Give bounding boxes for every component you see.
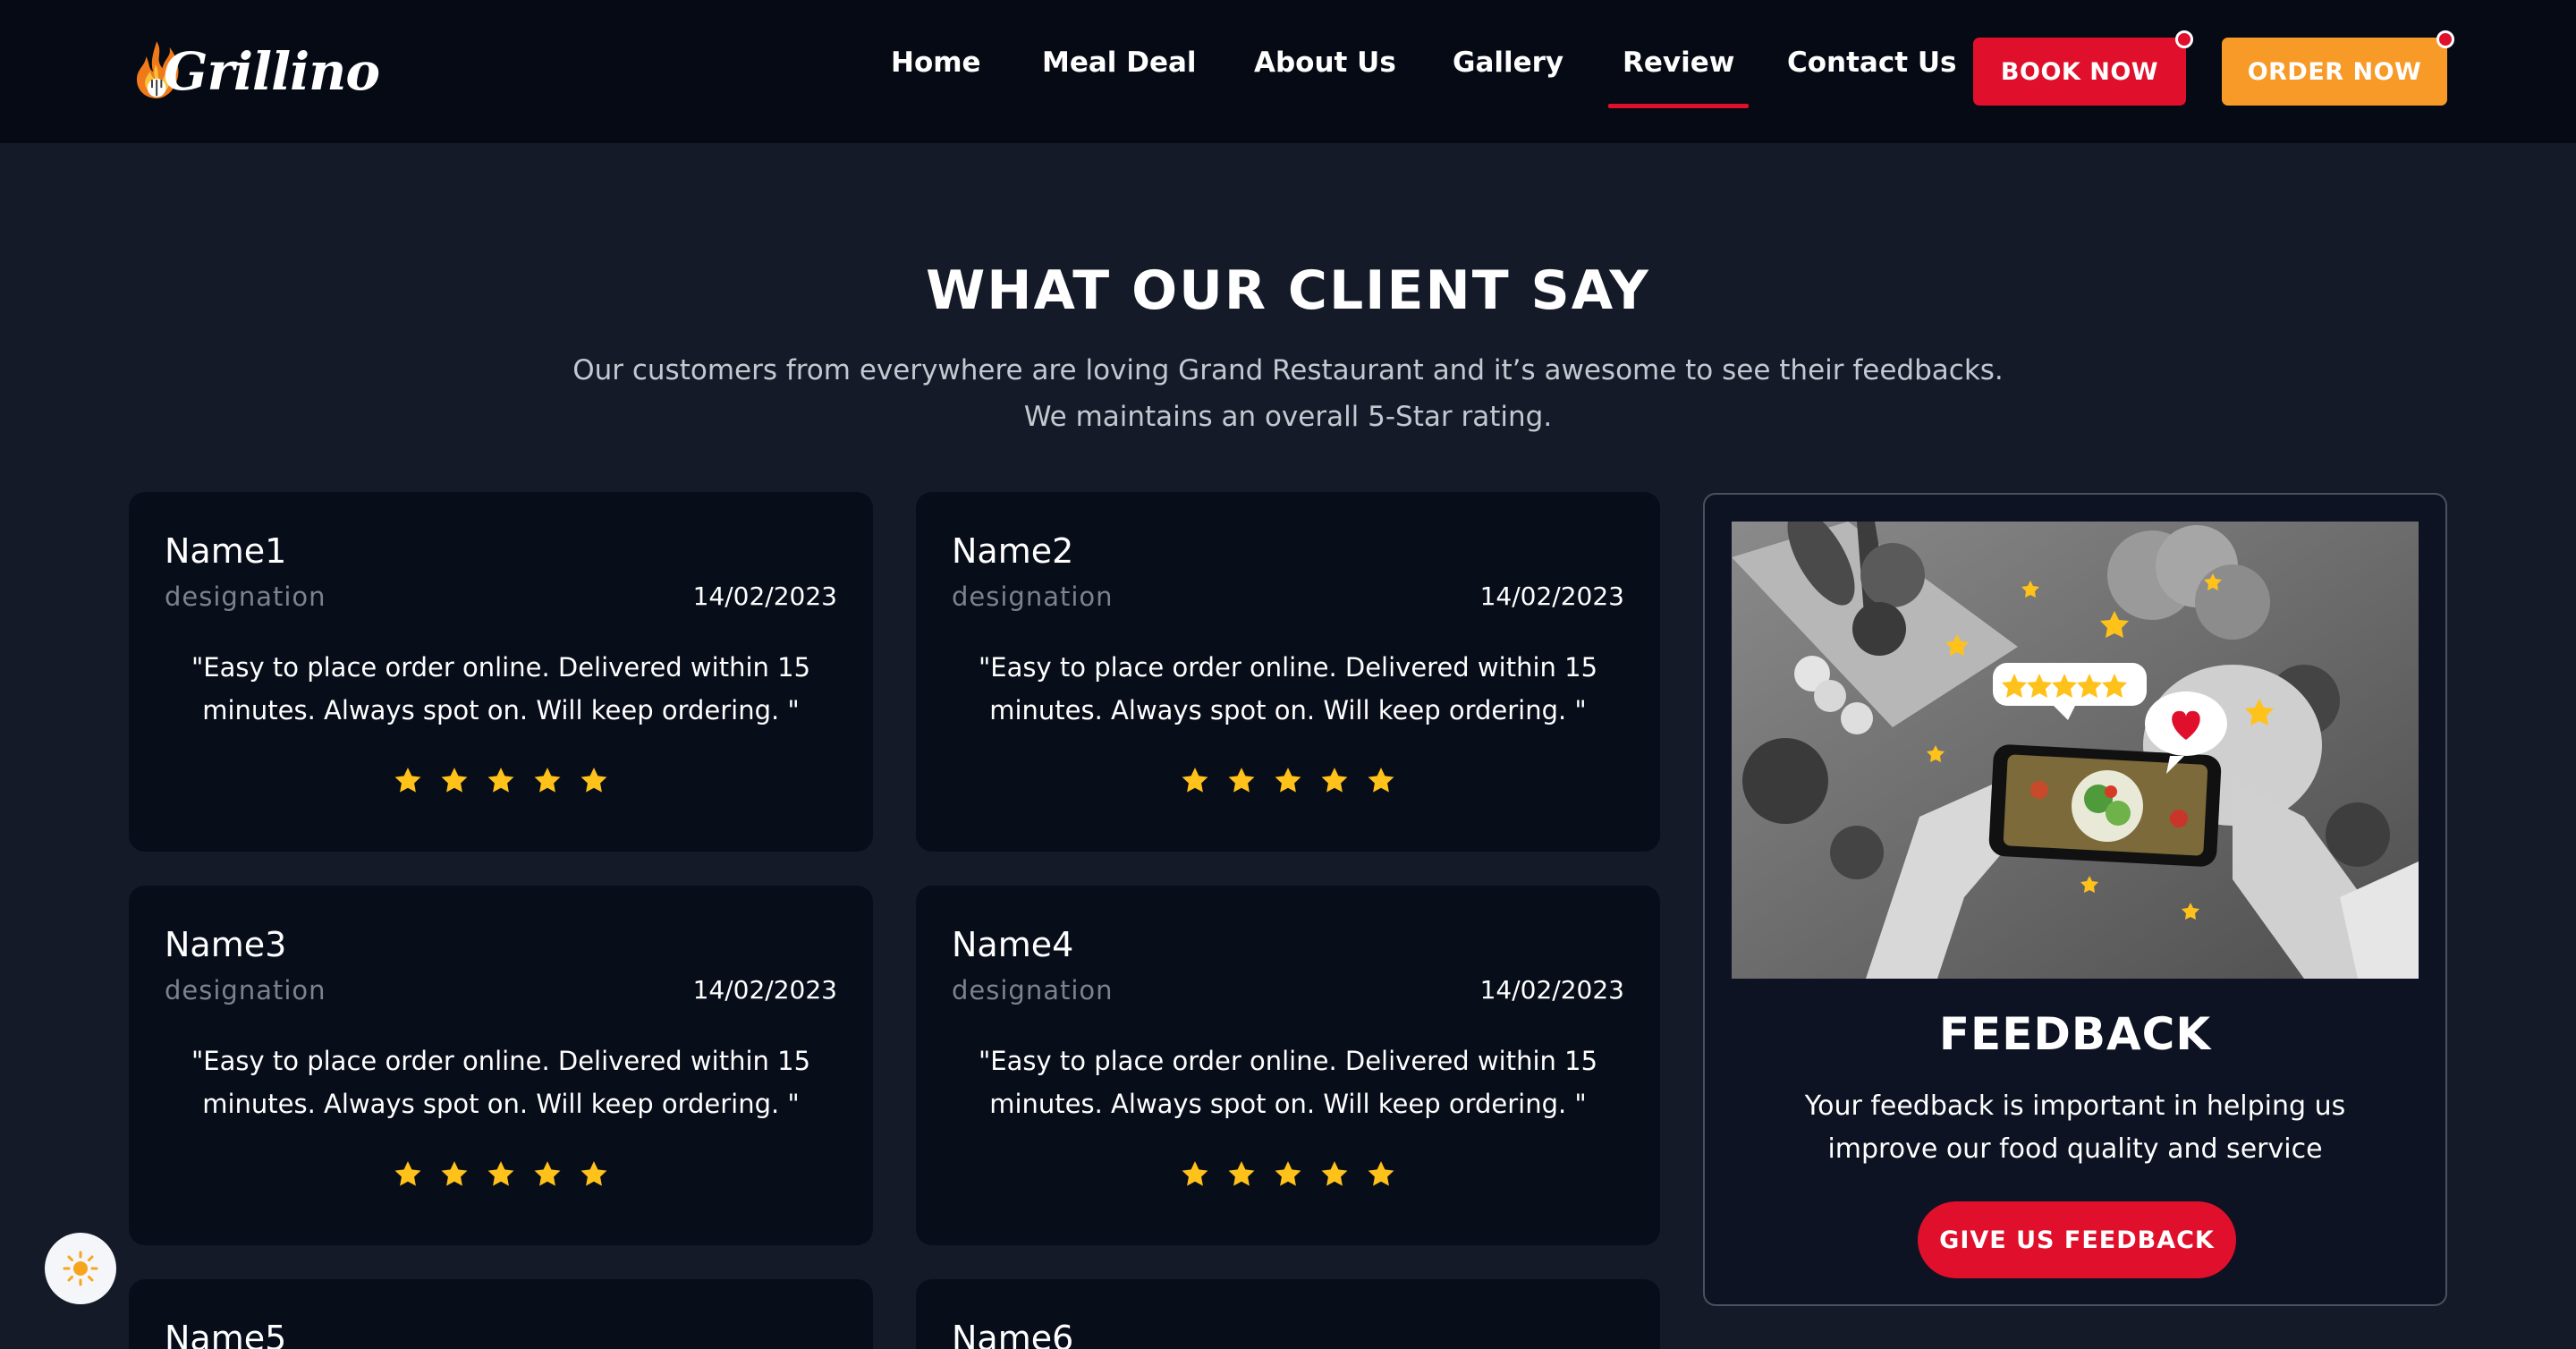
- give-feedback-button[interactable]: GIVE US FEEDBACK: [1918, 1201, 2236, 1278]
- nav-gallery[interactable]: Gallery: [1453, 47, 1563, 89]
- star-icon: [580, 1161, 607, 1186]
- star-rating: [129, 1159, 873, 1190]
- review-date: 14/02/2023: [1479, 581, 1624, 611]
- book-now-label: BOOK NOW: [2000, 57, 2159, 86]
- review-date: 14/02/2023: [1479, 975, 1624, 1005]
- star-icon: [534, 768, 561, 793]
- star-rating: [916, 766, 1660, 796]
- star-rating: [129, 766, 873, 796]
- reviewer-name: Name6: [952, 1319, 1074, 1349]
- reviewer-name: Name3: [165, 925, 287, 964]
- nav-home[interactable]: Home: [891, 47, 981, 89]
- star-icon: [394, 768, 421, 793]
- review-card: Name4 designation 14/02/2023 "Easy to pl…: [916, 886, 1660, 1245]
- reviewer-name: Name5: [165, 1319, 287, 1349]
- reviewer-designation: designation: [165, 975, 326, 1005]
- star-icon: [1182, 1161, 1208, 1186]
- reviewer-name: Name2: [952, 531, 1074, 571]
- star-icon: [1368, 1161, 1394, 1186]
- star-icon: [487, 1161, 514, 1186]
- feedback-text: Your feedback is important in helping us…: [1804, 1090, 2346, 1165]
- review-card: Name2 designation 14/02/2023 "Easy to pl…: [916, 492, 1660, 852]
- theme-toggle-button[interactable]: [45, 1233, 116, 1304]
- review-quote: "Easy to place order online. Delivered w…: [978, 652, 1598, 725]
- star-icon: [1368, 768, 1394, 793]
- star-icon: [580, 768, 607, 793]
- section-title: WHAT OUR CLIENT SAY: [926, 259, 1650, 322]
- review-date: 14/02/2023: [692, 975, 837, 1005]
- star-icon: [1228, 1161, 1255, 1186]
- notification-dot: [2175, 30, 2193, 48]
- sun-icon: [63, 1251, 98, 1286]
- nav-meal-deal[interactable]: Meal Deal: [1042, 47, 1197, 89]
- feedback-image: [1732, 522, 2419, 979]
- star-icon: [441, 1161, 468, 1186]
- star-icon: [1321, 1161, 1348, 1186]
- review-card: Name5: [129, 1279, 873, 1349]
- star-icon: [1182, 768, 1208, 793]
- phone-food-photo-illustration: [1732, 522, 2419, 979]
- review-quote: "Easy to place order online. Delivered w…: [978, 1046, 1598, 1119]
- star-icon: [441, 768, 468, 793]
- reviewer-designation: designation: [165, 581, 326, 612]
- review-date: 14/02/2023: [692, 581, 837, 611]
- nav-review[interactable]: Review: [1607, 47, 1750, 108]
- nav-contact-us[interactable]: Contact Us: [1787, 47, 1956, 89]
- order-now-label: ORDER NOW: [2247, 57, 2422, 86]
- review-card: Name1 designation 14/02/2023 "Easy to pl…: [129, 492, 873, 852]
- star-icon: [487, 768, 514, 793]
- star-icon: [1321, 768, 1348, 793]
- nav-about-us[interactable]: About Us: [1254, 47, 1396, 89]
- reviewer-name: Name1: [165, 531, 287, 571]
- star-icon: [534, 1161, 561, 1186]
- review-quote: "Easy to place order online. Delivered w…: [191, 1046, 811, 1119]
- section-subtitle: Our customers from everywhere are loving…: [0, 347, 2576, 440]
- book-now-button[interactable]: BOOK NOW: [1973, 30, 2193, 106]
- order-now-button[interactable]: ORDER NOW: [2222, 30, 2454, 106]
- section-subtitle-line2: We maintains an overall 5-Star rating.: [1023, 401, 1553, 433]
- reviewer-designation: designation: [952, 581, 1114, 612]
- review-card: Name6: [916, 1279, 1660, 1349]
- star-icon: [1275, 1161, 1301, 1186]
- star-icon: [1275, 768, 1301, 793]
- feedback-title: FEEDBACK: [1938, 1008, 2212, 1060]
- star-icon: [394, 1161, 421, 1186]
- reviewer-name: Name4: [952, 925, 1074, 964]
- review-card: Name3 designation 14/02/2023 "Easy to pl…: [129, 886, 873, 1245]
- star-rating: [916, 1159, 1660, 1190]
- section-subtitle-line1: Our customers from everywhere are loving…: [572, 354, 2004, 386]
- reviewer-designation: designation: [952, 975, 1114, 1005]
- site-header: Grillino Home Meal Deal About Us Gallery…: [0, 0, 2576, 143]
- star-icon: [1228, 768, 1255, 793]
- notification-dot: [2436, 30, 2454, 48]
- feedback-panel: FEEDBACK Your feedback is important in h…: [1703, 493, 2447, 1306]
- main-nav: Home Meal Deal About Us Gallery Review C…: [0, 0, 2576, 143]
- review-quote: "Easy to place order online. Delivered w…: [191, 652, 811, 725]
